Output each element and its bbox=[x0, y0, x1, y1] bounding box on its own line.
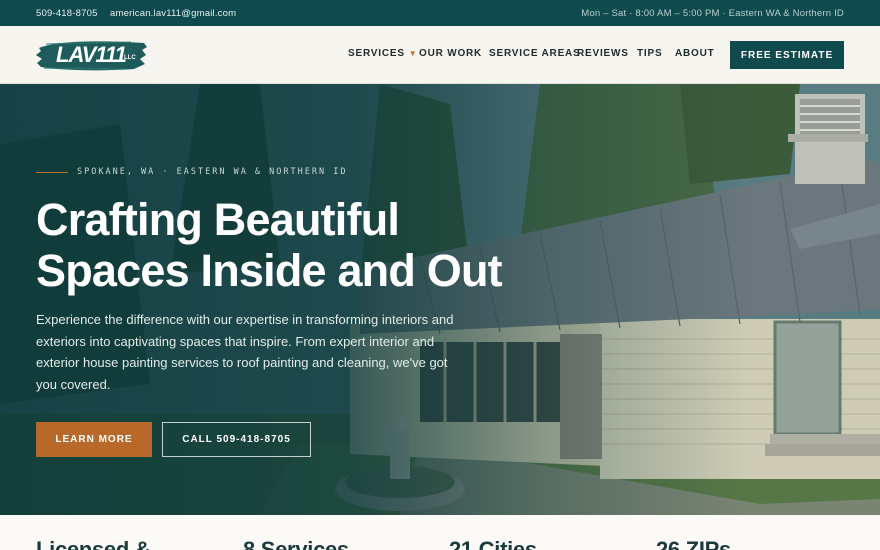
logo[interactable]: LAV111 LLC bbox=[36, 35, 148, 75]
hero-section: SPOKANE, WA · EASTERN WA & NORTHERN ID C… bbox=[0, 84, 880, 515]
nav-services[interactable]: SERVICES ▼ bbox=[348, 48, 418, 59]
stat-services: 8 Services bbox=[243, 537, 349, 550]
learn-more-button[interactable]: LEARN MORE bbox=[36, 422, 152, 457]
site-header: LAV111 LLC SERVICES ▼ OUR WORK SERVICE AR… bbox=[0, 26, 880, 84]
nav-service-areas[interactable]: SERVICE AREAS bbox=[489, 48, 581, 59]
call-button[interactable]: CALL 509-418-8705 bbox=[162, 422, 311, 457]
logo-suffix: LLC bbox=[124, 55, 136, 61]
top-info-bar: 509-418-8705 american.lav111@gmail.com M… bbox=[0, 0, 880, 26]
eyebrow-divider bbox=[36, 171, 68, 173]
nav-reviews[interactable]: REVIEWS bbox=[577, 48, 629, 59]
topbar-email-link[interactable]: american.lav111@gmail.com bbox=[110, 8, 236, 19]
logo-text: LAV111 bbox=[56, 42, 127, 67]
headline-line-1: Crafting Beautiful bbox=[36, 194, 400, 245]
eyebrow-text: SPOKANE, WA · EASTERN WA & NORTHERN ID bbox=[77, 167, 348, 177]
hero-headline: Crafting Beautiful Spaces Inside and Out bbox=[36, 194, 596, 296]
stats-strip: Licensed & 8 Services 21 Cities 26 ZIPs bbox=[0, 515, 880, 550]
stat-licensed: Licensed & bbox=[36, 537, 151, 550]
nav-about[interactable]: ABOUT bbox=[675, 48, 715, 59]
hero-eyebrow: SPOKANE, WA · EASTERN WA & NORTHERN ID bbox=[36, 167, 347, 177]
nav-services-label: SERVICES bbox=[348, 48, 405, 59]
nav-tips[interactable]: TIPS bbox=[637, 48, 662, 59]
hero-description: Experience the difference with our exper… bbox=[36, 312, 454, 392]
topbar-hours: Mon – Sat · 8:00 AM – 5:00 PM · Eastern … bbox=[581, 8, 844, 19]
headline-line-2: Spaces Inside and Out bbox=[36, 245, 503, 296]
topbar-phone-link[interactable]: 509-418-8705 bbox=[36, 8, 98, 19]
chevron-down-icon: ▼ bbox=[408, 49, 418, 58]
stat-cities: 21 Cities bbox=[449, 537, 537, 550]
nav-our-work[interactable]: OUR WORK bbox=[419, 48, 482, 59]
free-estimate-button[interactable]: FREE ESTIMATE bbox=[730, 41, 844, 69]
stat-zips: 26 ZIPs bbox=[656, 537, 731, 550]
